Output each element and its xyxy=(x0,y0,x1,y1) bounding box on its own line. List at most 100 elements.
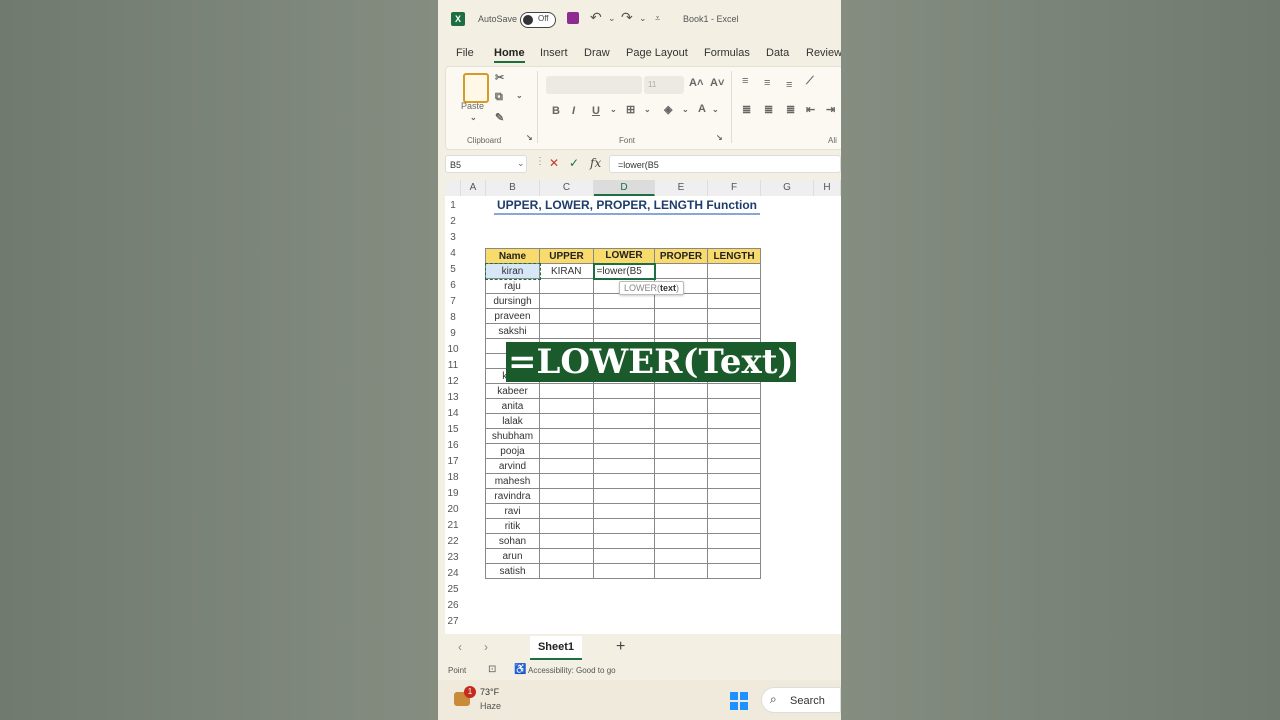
table-cell[interactable] xyxy=(593,458,655,474)
autosave-toggle[interactable]: Off xyxy=(520,12,556,28)
table-cell[interactable]: pooja xyxy=(485,443,540,459)
row-header[interactable]: 10 xyxy=(445,342,461,358)
table-cell[interactable] xyxy=(654,518,708,534)
table-cell[interactable] xyxy=(593,518,655,534)
row-header[interactable]: 27 xyxy=(445,614,461,630)
sheet-tab-sheet1[interactable]: Sheet1 xyxy=(530,636,582,660)
align-left-icon[interactable]: ≣ xyxy=(742,103,751,116)
more-options-icon[interactable]: ⋮ xyxy=(535,156,545,167)
table-cell[interactable] xyxy=(654,488,708,504)
table-cell[interactable] xyxy=(707,563,761,579)
row-header[interactable]: 18 xyxy=(445,470,461,486)
table-cell[interactable] xyxy=(593,548,655,564)
table-cell[interactable] xyxy=(654,458,708,474)
font-color-dropdown-icon[interactable]: ⌄ xyxy=(712,105,719,114)
table-cell[interactable]: sakshi xyxy=(485,323,540,339)
table-cell[interactable] xyxy=(539,278,594,294)
table-cell[interactable] xyxy=(654,263,708,279)
prev-sheet-icon[interactable]: ‹ xyxy=(458,640,462,654)
decrease-font-icon[interactable]: A˅ xyxy=(710,77,724,89)
row-header[interactable]: 24 xyxy=(445,566,461,582)
column-header-cell[interactable]: LOWER xyxy=(593,248,655,264)
table-cell[interactable]: ravi xyxy=(485,503,540,519)
table-cell[interactable] xyxy=(593,398,655,414)
table-cell[interactable]: KIRAN xyxy=(539,263,594,279)
table-cell[interactable] xyxy=(539,398,594,414)
table-cell[interactable] xyxy=(707,383,761,399)
table-cell[interactable] xyxy=(707,398,761,414)
font-launcher-icon[interactable]: ↘ xyxy=(716,133,723,142)
table-cell[interactable] xyxy=(654,398,708,414)
tab-page-layout[interactable]: Page Layout xyxy=(626,47,688,59)
namebox-dropdown-icon[interactable]: ⌄ xyxy=(517,158,525,169)
formula-input[interactable]: =lower(B5 xyxy=(609,155,841,173)
table-cell[interactable] xyxy=(654,413,708,429)
table-cell[interactable] xyxy=(593,293,655,309)
row-header[interactable]: 26 xyxy=(445,598,461,614)
table-cell[interactable] xyxy=(539,503,594,519)
undo-dropdown-icon[interactable]: ⌄ xyxy=(608,13,616,24)
add-sheet-button[interactable]: + xyxy=(616,638,625,656)
undo-icon[interactable]: ↶ xyxy=(590,9,602,26)
table-cell[interactable] xyxy=(539,518,594,534)
table-cell[interactable]: mahesh xyxy=(485,473,540,489)
macro-icon[interactable]: ⊡ xyxy=(488,664,496,675)
paste-dropdown-icon[interactable]: ⌄ xyxy=(470,113,477,122)
accessibility-icon[interactable]: ♿ xyxy=(514,664,526,675)
table-cell[interactable] xyxy=(654,443,708,459)
row-header[interactable]: 17 xyxy=(445,454,461,470)
row-header[interactable]: 23 xyxy=(445,550,461,566)
table-cell[interactable] xyxy=(654,473,708,489)
column-header-cell[interactable]: UPPER xyxy=(539,248,594,264)
font-color-icon[interactable]: A xyxy=(698,103,706,115)
align-middle-icon[interactable]: ≡ xyxy=(764,77,770,89)
table-cell[interactable]: satish xyxy=(485,563,540,579)
table-cell[interactable] xyxy=(707,473,761,489)
tab-file[interactable]: File xyxy=(456,47,474,59)
bold-icon[interactable]: B xyxy=(552,105,560,117)
row-header[interactable]: 7 xyxy=(445,294,461,310)
windows-start-icon[interactable] xyxy=(730,692,748,710)
table-cell[interactable] xyxy=(654,533,708,549)
font-size-box[interactable]: 11 xyxy=(644,76,684,94)
table-cell[interactable]: arvind xyxy=(485,458,540,474)
tooltip-arg[interactable]: text xyxy=(660,283,676,293)
column-header-g[interactable]: G xyxy=(761,180,814,196)
table-cell[interactable]: dursingh xyxy=(485,293,540,309)
table-cell[interactable] xyxy=(593,563,655,579)
row-header[interactable]: 19 xyxy=(445,486,461,502)
table-cell[interactable] xyxy=(593,428,655,444)
row-header[interactable]: 15 xyxy=(445,422,461,438)
tab-draw[interactable]: Draw xyxy=(584,47,610,59)
row-header[interactable]: 2 xyxy=(445,214,461,230)
format-painter-icon[interactable]: ✎ xyxy=(495,111,504,124)
table-cell[interactable] xyxy=(539,533,594,549)
decrease-indent-icon[interactable]: ⇤ xyxy=(806,103,815,116)
increase-indent-icon[interactable]: ⇥ xyxy=(826,103,835,116)
taskbar-search[interactable]: ⌕ Search xyxy=(761,687,841,713)
enter-icon[interactable]: ✓ xyxy=(569,156,579,170)
table-cell[interactable]: sohan xyxy=(485,533,540,549)
row-header[interactable]: 8 xyxy=(445,310,461,326)
tab-data[interactable]: Data xyxy=(766,47,789,59)
table-cell[interactable] xyxy=(593,383,655,399)
table-cell[interactable]: =lower(B5 xyxy=(592,262,656,280)
tab-formulas[interactable]: Formulas xyxy=(704,47,750,59)
table-cell[interactable]: kabeer xyxy=(485,383,540,399)
table-cell[interactable]: kiran xyxy=(484,262,541,280)
column-header-cell[interactable]: LENGTH xyxy=(707,248,761,264)
paste-label[interactable]: Paste xyxy=(461,101,484,111)
save-icon[interactable] xyxy=(567,12,579,24)
table-cell[interactable] xyxy=(539,413,594,429)
align-center-icon[interactable]: ≣ xyxy=(764,103,773,116)
row-header[interactable]: 20 xyxy=(445,502,461,518)
table-cell[interactable] xyxy=(539,383,594,399)
orientation-icon[interactable]: ⟋ xyxy=(806,75,814,88)
column-header-h[interactable]: H xyxy=(814,180,841,196)
table-cell[interactable]: shubham xyxy=(485,428,540,444)
increase-font-icon[interactable]: A˄ xyxy=(689,77,703,89)
table-cell[interactable] xyxy=(539,428,594,444)
table-cell[interactable] xyxy=(707,413,761,429)
customize-toolbar-icon[interactable]: ⩡ xyxy=(655,13,660,24)
table-cell[interactable]: arun xyxy=(485,548,540,564)
